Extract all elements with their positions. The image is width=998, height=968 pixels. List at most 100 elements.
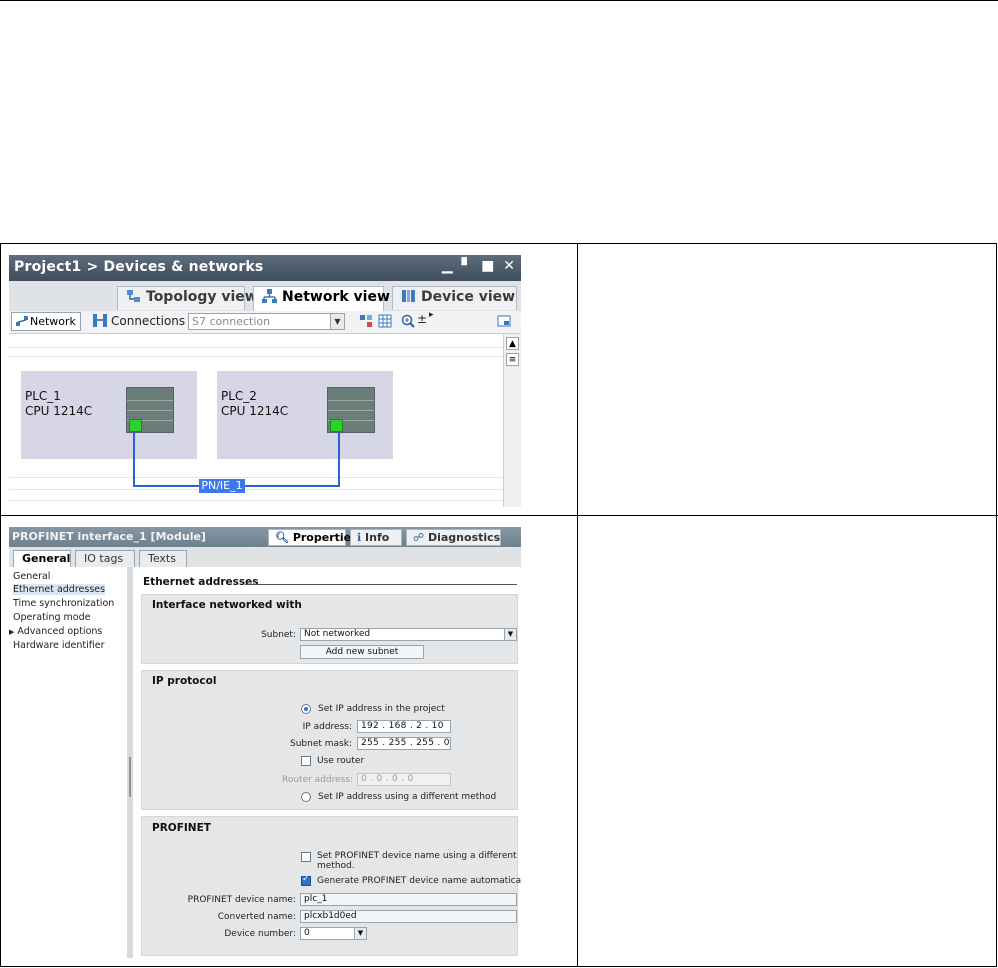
- ip-octet: 10: [431, 721, 444, 731]
- nav-item-time-sync[interactable]: Time synchronization: [13, 598, 114, 609]
- properties-screenshot: PROFINET interface_1 [Module] 🔍︎ Propert…: [9, 527, 521, 958]
- grid-line: [9, 347, 503, 348]
- splitter-grip[interactable]: [129, 757, 131, 797]
- properties-icon: 🔍︎: [275, 531, 289, 544]
- add-new-subnet-button[interactable]: Add new subnet: [300, 645, 424, 659]
- ip-address-label: IP address:: [302, 722, 352, 732]
- network-view-screenshot: Project1 > Devices & networks ▁ ▘ ■ ✕ To…: [9, 255, 521, 507]
- subnet-drop-line: [338, 432, 340, 486]
- table-icon[interactable]: [378, 314, 392, 328]
- ip-octet: 2: [416, 721, 423, 731]
- zoom-icon[interactable]: [401, 314, 415, 328]
- view-tabs: Topology view Network view Device view: [9, 281, 521, 312]
- properties-content: Ethernet addresses Interface networked w…: [133, 567, 521, 958]
- subnet-mask-field[interactable]: 255 . 255 . 255 . 0: [357, 737, 451, 750]
- router-octet: 0: [361, 774, 368, 784]
- device-name-field[interactable]: plc_1: [300, 893, 517, 906]
- device-icon: [402, 290, 415, 302]
- opt-ip-in-project: Set IP address in the project: [318, 704, 445, 714]
- tab-io-tags[interactable]: IO tags: [75, 550, 135, 567]
- zoom-step-icon[interactable]: ±: [417, 312, 427, 326]
- interface-heading: Interface networked with: [152, 599, 302, 611]
- tab-network-view[interactable]: Network view: [253, 286, 390, 311]
- network-mode-icon: [16, 316, 28, 326]
- profinet-port[interactable]: [129, 419, 142, 432]
- converted-name-field: plcxb1d0ed: [300, 910, 517, 923]
- grid-line: [9, 477, 503, 478]
- device-plc-2[interactable]: PLC_2 CPU 1214C: [217, 371, 393, 459]
- generate-name-checkbox[interactable]: [301, 874, 311, 886]
- profinet-heading: PROFINET: [152, 822, 211, 834]
- network-icon: [262, 289, 277, 303]
- window-controls: ▁ ▘ ■ ✕: [438, 258, 515, 274]
- radio-ip-other-method[interactable]: [301, 792, 311, 802]
- subnet-value: Not networked: [304, 629, 371, 639]
- tab-info[interactable]: ℹ Info: [350, 529, 402, 546]
- float-icon[interactable]: ▘: [462, 258, 473, 274]
- use-router-checkbox[interactable]: [301, 756, 311, 766]
- ip-address-field[interactable]: 192 . 168 . 2 . 10: [357, 720, 451, 733]
- router-octet: 0: [392, 774, 399, 784]
- diagnostics-icon: ☍: [413, 531, 425, 544]
- connection-type-select[interactable]: S7 connection ▼: [188, 313, 345, 330]
- ip-protocol-section: IP protocol Set IP address in the projec…: [141, 670, 518, 810]
- nav-item-ethernet-addresses[interactable]: Ethernet addresses: [13, 584, 106, 595]
- chevron-down-icon[interactable]: ▼: [330, 314, 344, 329]
- subnet-drop-line: [133, 432, 135, 486]
- scroll-thumb[interactable]: ≡: [506, 353, 519, 366]
- use-router-label: Use router: [317, 756, 365, 766]
- router-octet: 0: [376, 774, 383, 784]
- maximize-icon[interactable]: ■: [481, 258, 494, 274]
- highlight-connections-icon[interactable]: [359, 314, 373, 328]
- tab-device-view[interactable]: Device view: [392, 286, 517, 310]
- inspector-title-bar: PROFINET interface_1 [Module] 🔍︎ Propert…: [9, 527, 521, 547]
- subnet-select[interactable]: Not networked ▼: [300, 628, 517, 641]
- properties-tabs: General IO tags Texts: [9, 547, 521, 568]
- editor-title: Project1 > Devices & networks: [14, 259, 264, 275]
- topology-icon: [127, 290, 140, 302]
- close-icon[interactable]: ✕: [503, 258, 515, 274]
- grid-line: [9, 489, 503, 490]
- tab-texts[interactable]: Texts: [139, 550, 187, 567]
- connections-icon: [93, 314, 107, 327]
- minimize-icon[interactable]: ▁: [442, 258, 453, 274]
- profinet-section: PROFINET Set PROFINET device name using …: [141, 816, 521, 956]
- nav-item-general[interactable]: General: [13, 571, 50, 582]
- tab-topology-view[interactable]: Topology view: [117, 286, 258, 310]
- subnet-mask-label: Subnet mask:: [290, 739, 352, 749]
- mask-octet: 255: [388, 738, 407, 748]
- device-name-label: PROFINET device name:: [187, 895, 296, 905]
- chevron-down-icon[interactable]: ▼: [504, 629, 516, 640]
- profinet-port[interactable]: [330, 419, 343, 432]
- tab-properties-label: Properties: [292, 531, 358, 544]
- more-arrow-icon[interactable]: ▸: [429, 310, 434, 320]
- device-number-value: 0: [304, 928, 310, 938]
- tab-diagnostics[interactable]: ☍ Diagnostics: [406, 529, 501, 546]
- network-button[interactable]: Network: [11, 312, 81, 331]
- radio-ip-in-project[interactable]: [301, 704, 311, 714]
- tab-general[interactable]: General: [13, 550, 71, 568]
- mask-octet: 0: [443, 738, 450, 748]
- nav-item-advanced-options[interactable]: ▶ Advanced options: [9, 626, 102, 637]
- connections-button[interactable]: Connections: [93, 314, 185, 328]
- device-plc-1[interactable]: PLC_1 CPU 1214C: [21, 371, 197, 459]
- nav-item-operating-mode[interactable]: Operating mode: [13, 612, 90, 623]
- nav-item-advanced-label: Advanced options: [17, 626, 103, 637]
- vertical-scrollbar[interactable]: ▲ ≡: [503, 334, 521, 507]
- opt-ip-other-method: Set IP address using a different method: [318, 792, 497, 802]
- expand-arrow-icon[interactable]: ▶: [9, 628, 14, 636]
- device-label: PLC_2 CPU 1214C: [221, 389, 288, 419]
- properties-nav: General Ethernet addresses Time synchron…: [9, 567, 128, 958]
- table-column-divider: [577, 243, 578, 967]
- subnet-label[interactable]: PN/IE_1: [199, 479, 245, 493]
- device-number-select[interactable]: 0 ▼: [300, 927, 367, 940]
- chevron-down-icon[interactable]: ▼: [354, 928, 366, 939]
- scroll-up-icon[interactable]: ▲: [506, 337, 519, 350]
- mask-octet: 255: [361, 738, 380, 748]
- profinet-name-other-checkbox[interactable]: [301, 852, 311, 862]
- connection-type-value: S7 connection: [192, 315, 271, 328]
- ip-octet: 168: [388, 721, 407, 731]
- overview-icon[interactable]: [497, 314, 511, 328]
- nav-item-hardware-id[interactable]: Hardware identifier: [13, 640, 105, 651]
- tab-properties[interactable]: 🔍︎ Properties: [268, 529, 358, 546]
